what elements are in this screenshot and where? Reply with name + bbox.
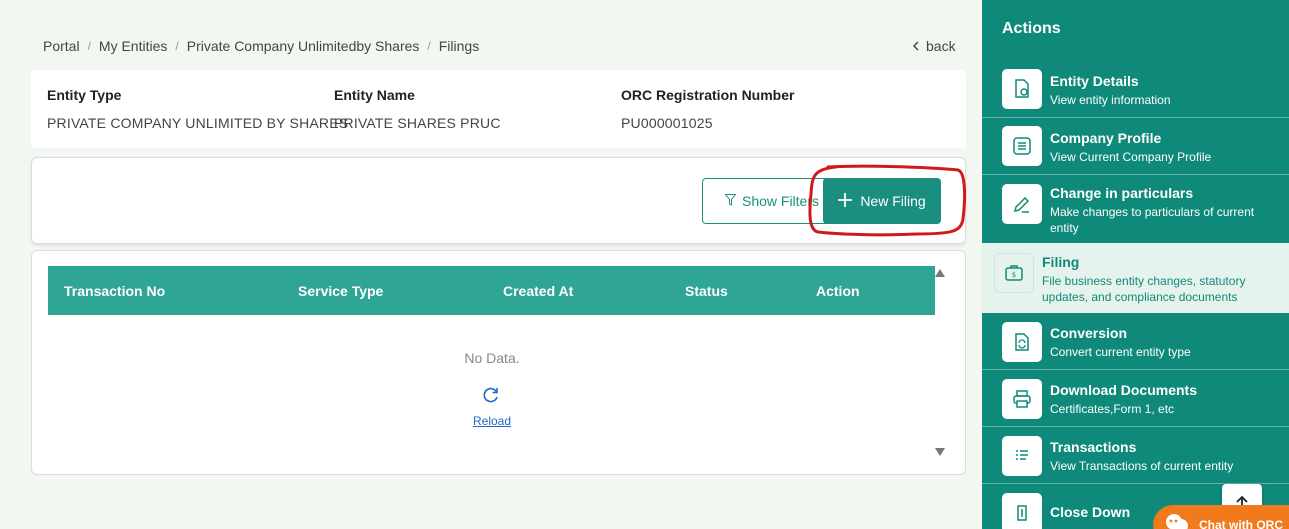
- entity-info-card: Entity Type PRIVATE COMPANY UNLIMITED BY…: [31, 70, 966, 148]
- entity-type-label: Entity Type: [47, 87, 122, 103]
- document-search-icon: [1002, 69, 1042, 109]
- sidebar-item-title: Download Documents: [1050, 382, 1198, 398]
- breadcrumb-my-entities[interactable]: My Entities: [99, 38, 167, 54]
- registration-number-value: PU000001025: [621, 115, 713, 131]
- actions-sidebar: Actions Entity Details View entity infor…: [982, 0, 1289, 529]
- sidebar-item-download-documents[interactable]: Download Documents Certificates,Form 1, …: [982, 370, 1289, 427]
- sidebar-item-title: Conversion: [1050, 325, 1128, 341]
- sidebar-item-title: Entity Details: [1050, 73, 1139, 89]
- column-status: Status: [685, 283, 728, 299]
- sidebar-item-entity-details[interactable]: Entity Details View entity information: [982, 60, 1289, 118]
- scroll-up-arrow[interactable]: [935, 269, 945, 277]
- sidebar-item-filing[interactable]: $ Filing File business entity changes, s…: [982, 243, 1289, 313]
- back-label: back: [926, 38, 956, 54]
- breadcrumb-separator: /: [175, 39, 179, 53]
- empty-state-text: No Data.: [464, 350, 520, 366]
- chat-bubble-icon: [1163, 511, 1191, 529]
- sidebar-item-title: Change in particulars: [1050, 185, 1194, 201]
- column-action: Action: [816, 283, 860, 299]
- sidebar-item-title: Filing: [1042, 254, 1080, 270]
- reload-icon[interactable]: [481, 385, 501, 405]
- sidebar-item-desc: View entity information: [1050, 93, 1171, 107]
- column-service-type: Service Type: [298, 283, 384, 299]
- sidebar-item-company-profile[interactable]: Company Profile View Current Company Pro…: [982, 118, 1289, 175]
- chevron-left-icon: [912, 38, 920, 54]
- chat-label: Chat with ORC: [1199, 518, 1283, 529]
- sidebar-item-desc: View Transactions of current entity: [1050, 459, 1234, 473]
- plus-icon: [838, 192, 853, 210]
- chat-with-orc-button[interactable]: Chat with ORC: [1153, 505, 1289, 529]
- show-filters-label: Show Filters: [741, 193, 820, 209]
- sidebar-item-conversion[interactable]: Conversion Convert current entity type: [982, 313, 1289, 370]
- breadcrumb-entity-type[interactable]: Private Company Unlimitedby Shares: [187, 38, 420, 54]
- entity-name-field: Entity Name PRIVATE SHARES PRUC: [334, 87, 501, 131]
- filings-toolbar: Show Filters New Filing: [31, 157, 966, 244]
- filings-table: Transaction No Service Type Created At S…: [31, 250, 966, 475]
- entity-type-value: PRIVATE COMPANY UNLIMITED BY SHARES: [47, 115, 349, 131]
- sidebar-title: Actions: [1002, 20, 1061, 37]
- sidebar-item-title: Company Profile: [1050, 130, 1162, 146]
- show-filters-button[interactable]: Show Filters: [702, 178, 842, 224]
- sidebar-item-desc: File business entity changes, statutory …: [1042, 274, 1246, 304]
- sidebar-item-transactions[interactable]: Transactions View Transactions of curren…: [982, 427, 1289, 484]
- entity-type-field: Entity Type PRIVATE COMPANY UNLIMITED BY…: [47, 87, 348, 131]
- breadcrumb-separator: /: [427, 39, 431, 53]
- new-filing-label: New Filing: [860, 193, 926, 209]
- pencil-icon: [1002, 184, 1042, 224]
- close-down-icon: [1002, 493, 1042, 529]
- sidebar-item-title: Close Down: [1050, 504, 1131, 520]
- printer-icon: [1002, 379, 1042, 419]
- list-icon: [1002, 126, 1042, 166]
- sidebar-item-desc: Certificates,Form 1, etc: [1050, 402, 1175, 416]
- sidebar-item-desc: Convert current entity type: [1050, 345, 1191, 359]
- new-filing-button[interactable]: New Filing: [823, 178, 941, 224]
- breadcrumb: Portal / My Entities / Private Company U…: [43, 38, 479, 54]
- filter-icon: [724, 193, 737, 209]
- sidebar-item-title: Transactions: [1050, 439, 1137, 455]
- table-header: Transaction No Service Type Created At S…: [48, 266, 935, 315]
- sidebar-item-change-in-particulars[interactable]: Change in particulars Make changes to pa…: [982, 175, 1289, 243]
- briefcase-dollar-icon: $: [994, 253, 1034, 293]
- breadcrumb-portal[interactable]: Portal: [43, 38, 80, 54]
- svg-text:$: $: [1012, 271, 1016, 279]
- breadcrumb-filings: Filings: [438, 38, 480, 54]
- transactions-list-icon: [1002, 436, 1042, 476]
- back-link[interactable]: back: [912, 38, 956, 54]
- registration-number-label: ORC Registration Number: [621, 87, 795, 103]
- scroll-down-arrow[interactable]: [935, 448, 945, 456]
- sidebar-item-desc: Make changes to particulars of current e…: [1050, 205, 1255, 235]
- column-created-at: Created At: [503, 283, 574, 299]
- reload-link[interactable]: Reload: [32, 414, 952, 428]
- breadcrumb-separator: /: [87, 39, 91, 53]
- sidebar-item-desc: View Current Company Profile: [1050, 150, 1212, 164]
- entity-name-label: Entity Name: [334, 87, 415, 103]
- entity-name-value: PRIVATE SHARES PRUC: [334, 115, 501, 131]
- column-transaction-no: Transaction No: [64, 283, 166, 299]
- convert-document-icon: [1002, 322, 1042, 362]
- registration-number-field: ORC Registration Number PU000001025: [621, 87, 794, 131]
